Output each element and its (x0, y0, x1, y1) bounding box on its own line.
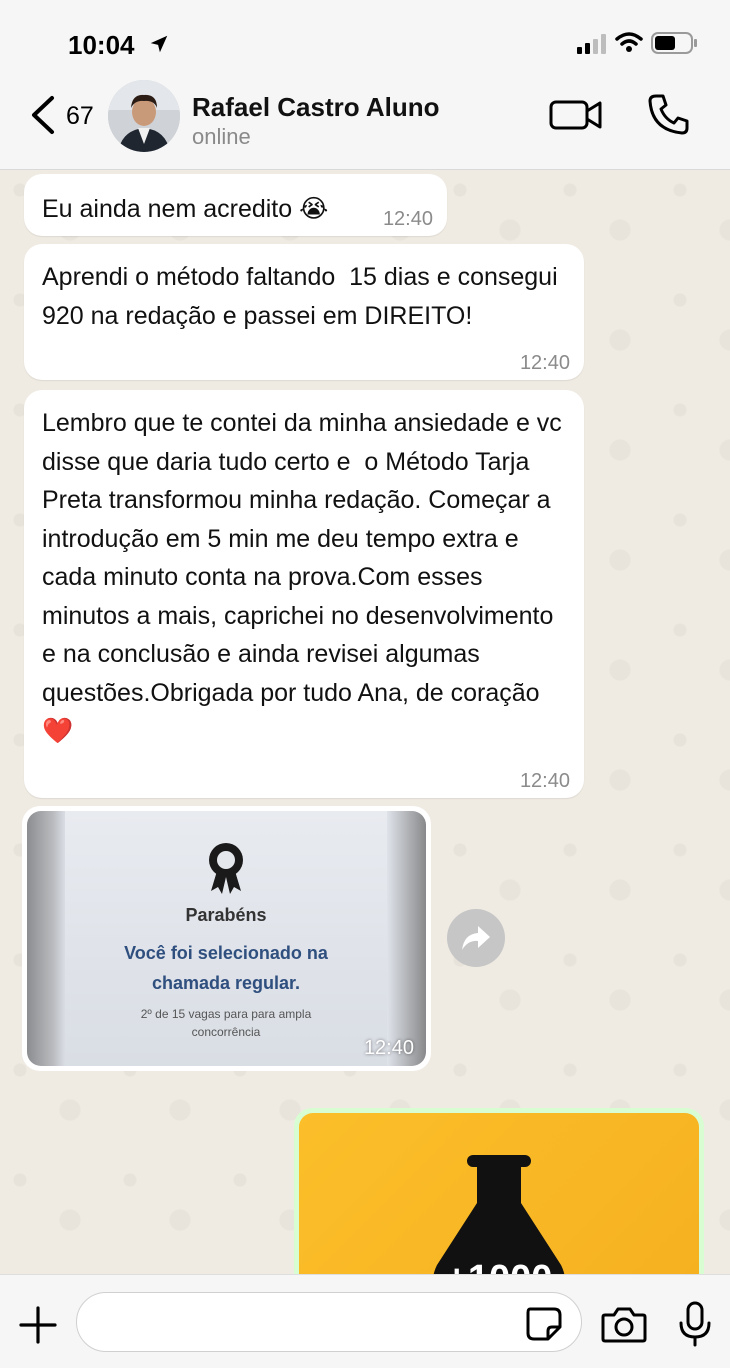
image-line: Você foi selecionado na (124, 943, 328, 963)
image-message[interactable]: Parabéns Você foi selecionado na chamada… (22, 806, 431, 1071)
image-content[interactable]: Parabéns Você foi selecionado na chamada… (27, 811, 426, 1066)
screenshot-card: Parabéns Você foi selecionado na chamada… (65, 811, 387, 1066)
composer-bar (0, 1274, 730, 1368)
flask-label: +1000 (446, 1258, 553, 1274)
status-bar: 10:04 (0, 0, 730, 80)
plus-icon[interactable] (18, 1305, 58, 1345)
message-time: 12:40 (519, 352, 570, 374)
camera-icon[interactable] (601, 1305, 647, 1343)
message-input[interactable] (76, 1292, 582, 1352)
message-text: Aprendi o método faltando 15 dias e cons… (42, 263, 565, 330)
chevron-left-icon[interactable] (26, 94, 60, 136)
chat-header: 67 Rafael Castro Aluno online (0, 80, 730, 170)
message-bubble[interactable]: Lembro que te contei da minha ansiedade … (24, 390, 584, 798)
image-line: chamada regular. (151, 973, 301, 993)
chat-area[interactable]: Eu ainda nem acredito 😭 12:40 Aprendi o … (0, 170, 730, 1274)
forward-button[interactable] (447, 909, 505, 967)
sticker-icon[interactable] (524, 1305, 564, 1341)
flask-icon: +1000 (433, 1155, 565, 1274)
forward-icon (462, 926, 490, 950)
video-camera-icon[interactable] (548, 94, 604, 134)
wifi-icon (615, 32, 643, 52)
unread-count[interactable]: 67 (66, 102, 94, 131)
message-bubble[interactable]: Aprendi o método faltando 15 dias e cons… (24, 244, 584, 380)
avatar[interactable] (108, 80, 180, 152)
signal-icon (577, 34, 606, 54)
battery-icon (651, 32, 697, 54)
image-title: Parabéns (185, 905, 267, 925)
contact-status: online (192, 124, 251, 149)
message-bubble[interactable]: Eu ainda nem acredito 😭 12:40 (24, 174, 447, 236)
outgoing-image[interactable]: +1000 (299, 1113, 699, 1274)
message-text: Lembro que te contei da minha ansiedade … (42, 409, 569, 745)
message-time: 12:40 (363, 1037, 414, 1059)
outgoing-image-message[interactable]: +1000 (294, 1108, 704, 1274)
message-time: 12:40 (382, 208, 433, 230)
status-time: 10:04 (68, 30, 135, 60)
message-time: 12:40 (519, 770, 570, 792)
award-icon (209, 843, 243, 894)
location-arrow-icon (150, 35, 168, 53)
contact-name[interactable]: Rafael Castro Aluno (192, 92, 440, 123)
message-text: Eu ainda nem acredito 😭 (42, 195, 329, 223)
image-note: concorrência (191, 1025, 261, 1039)
phone-icon[interactable] (646, 92, 692, 136)
image-note: 2º de 15 vagas para para ampla (140, 1007, 312, 1021)
microphone-icon[interactable] (678, 1301, 712, 1347)
